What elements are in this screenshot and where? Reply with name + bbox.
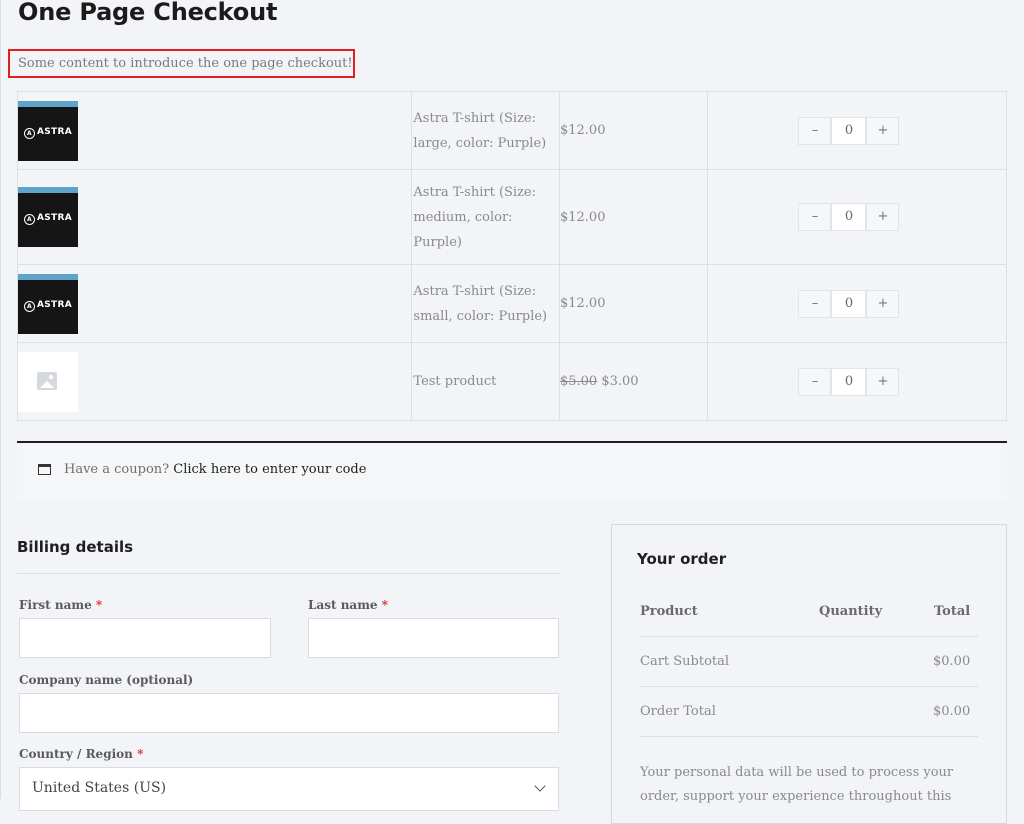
quantity-stepper: –0 + bbox=[798, 289, 900, 318]
increase-button[interactable]: + bbox=[866, 367, 900, 396]
subtotal-value: $0.00 bbox=[933, 654, 971, 669]
decrease-button[interactable]: – bbox=[798, 203, 832, 231]
product-name: Test product bbox=[411, 342, 560, 421]
billing-divider bbox=[17, 573, 561, 574]
product-name: Astra T-shirt (Size: large, color: Purple… bbox=[411, 91, 560, 170]
intro-text: Some content to introduce the one page c… bbox=[8, 49, 355, 78]
product-thumbnail: A ASTRA bbox=[18, 187, 78, 247]
order-divider bbox=[640, 736, 978, 737]
country-value: United States (US) bbox=[32, 780, 167, 796]
product-row: A ASTRA Astra T-shirt (Size: large, color: … bbox=[16, 91, 1007, 170]
decrease-button[interactable]: – bbox=[798, 116, 832, 145]
coupon-icon bbox=[38, 464, 51, 475]
quantity-stepper: –0 + bbox=[798, 116, 900, 145]
subtotal-label: Cart Subtotal bbox=[640, 654, 730, 669]
product-row: A ASTRA Astra T-shirt (Size: small, color: … bbox=[16, 264, 1007, 343]
country-select[interactable]: United States (US) bbox=[19, 767, 559, 811]
order-title: Your order bbox=[637, 550, 727, 568]
product-name: Astra T-shirt (Size: medium, color: Purple… bbox=[411, 169, 560, 265]
image-icon bbox=[37, 371, 57, 390]
astra-logo: A ASTRA bbox=[24, 213, 72, 225]
astra-logo: A ASTRA bbox=[24, 300, 72, 312]
product-thumbnail: A ASTRA bbox=[18, 273, 78, 334]
quantity-stepper: –0 + bbox=[798, 203, 900, 231]
company-field[interactable] bbox=[19, 693, 559, 733]
quantity-input[interactable]: 0 bbox=[831, 367, 867, 396]
product-name: Astra T-shirt (Size: small, color: Purple… bbox=[411, 264, 560, 343]
product-price: $5.00 $3.00 bbox=[558, 342, 709, 421]
quantity-input[interactable]: 0 bbox=[831, 203, 867, 231]
quantity-input[interactable]: 0 bbox=[831, 116, 867, 145]
order-divider bbox=[640, 686, 978, 687]
sale-price: $12.00 bbox=[559, 209, 606, 225]
coupon-notice: Have a coupon? Click here to enter your … bbox=[17, 443, 1007, 500]
sale-price: $3.00 bbox=[601, 374, 639, 389]
product-row: Test product $5.00 $3.00 –0 + bbox=[16, 342, 1007, 421]
order-divider bbox=[640, 636, 978, 637]
required-marker: * bbox=[137, 747, 144, 761]
coupon-prompt: Have a coupon? bbox=[64, 462, 170, 477]
sale-price: $12.00 bbox=[559, 296, 606, 311]
first-name-field[interactable] bbox=[19, 618, 271, 658]
order-header-quantity: Quantity bbox=[819, 604, 883, 619]
product-row: A ASTRA Astra T-shirt (Size: medium, color:… bbox=[16, 169, 1007, 265]
quantity-stepper: –0 + bbox=[798, 367, 900, 396]
product-price: $12.00 bbox=[558, 264, 709, 343]
product-table: A ASTRA Astra T-shirt (Size: large, color: … bbox=[16, 91, 1007, 421]
billing-title: Billing details bbox=[17, 538, 134, 556]
coupon-link[interactable]: Click here to enter your code bbox=[173, 462, 366, 477]
increase-button[interactable]: + bbox=[866, 116, 900, 145]
increase-button[interactable]: + bbox=[866, 203, 900, 231]
chevron-down-icon bbox=[534, 780, 546, 792]
sale-price: $12.00 bbox=[559, 123, 606, 138]
last-name-label: Last name * bbox=[308, 598, 388, 612]
decrease-button[interactable]: – bbox=[798, 289, 832, 318]
required-marker: * bbox=[95, 598, 103, 612]
product-thumbnail: A ASTRA bbox=[18, 100, 78, 161]
order-total-label: Order Total bbox=[640, 704, 716, 719]
original-price: $5.00 bbox=[559, 374, 598, 389]
company-label: Company name (optional) bbox=[19, 673, 194, 687]
country-label: Country / Region * bbox=[19, 747, 144, 761]
increase-button[interactable]: + bbox=[866, 289, 900, 318]
order-header-total: Total bbox=[934, 604, 971, 619]
product-price: $12.00 bbox=[558, 169, 709, 265]
decrease-button[interactable]: – bbox=[798, 367, 832, 396]
first-name-label: First name * bbox=[19, 598, 103, 612]
page-title: One Page Checkout bbox=[18, 0, 278, 26]
order-header-product: Product bbox=[640, 604, 698, 619]
last-name-field[interactable] bbox=[308, 618, 559, 658]
privacy-notice: Your personal data will be used to proce… bbox=[640, 765, 954, 804]
astra-logo: A ASTRA bbox=[24, 127, 72, 139]
required-marker: * bbox=[381, 598, 388, 612]
product-price: $12.00 bbox=[558, 91, 709, 170]
placeholder-image bbox=[18, 351, 78, 412]
quantity-input[interactable]: 0 bbox=[831, 289, 867, 318]
order-total-value: $0.00 bbox=[933, 704, 971, 719]
